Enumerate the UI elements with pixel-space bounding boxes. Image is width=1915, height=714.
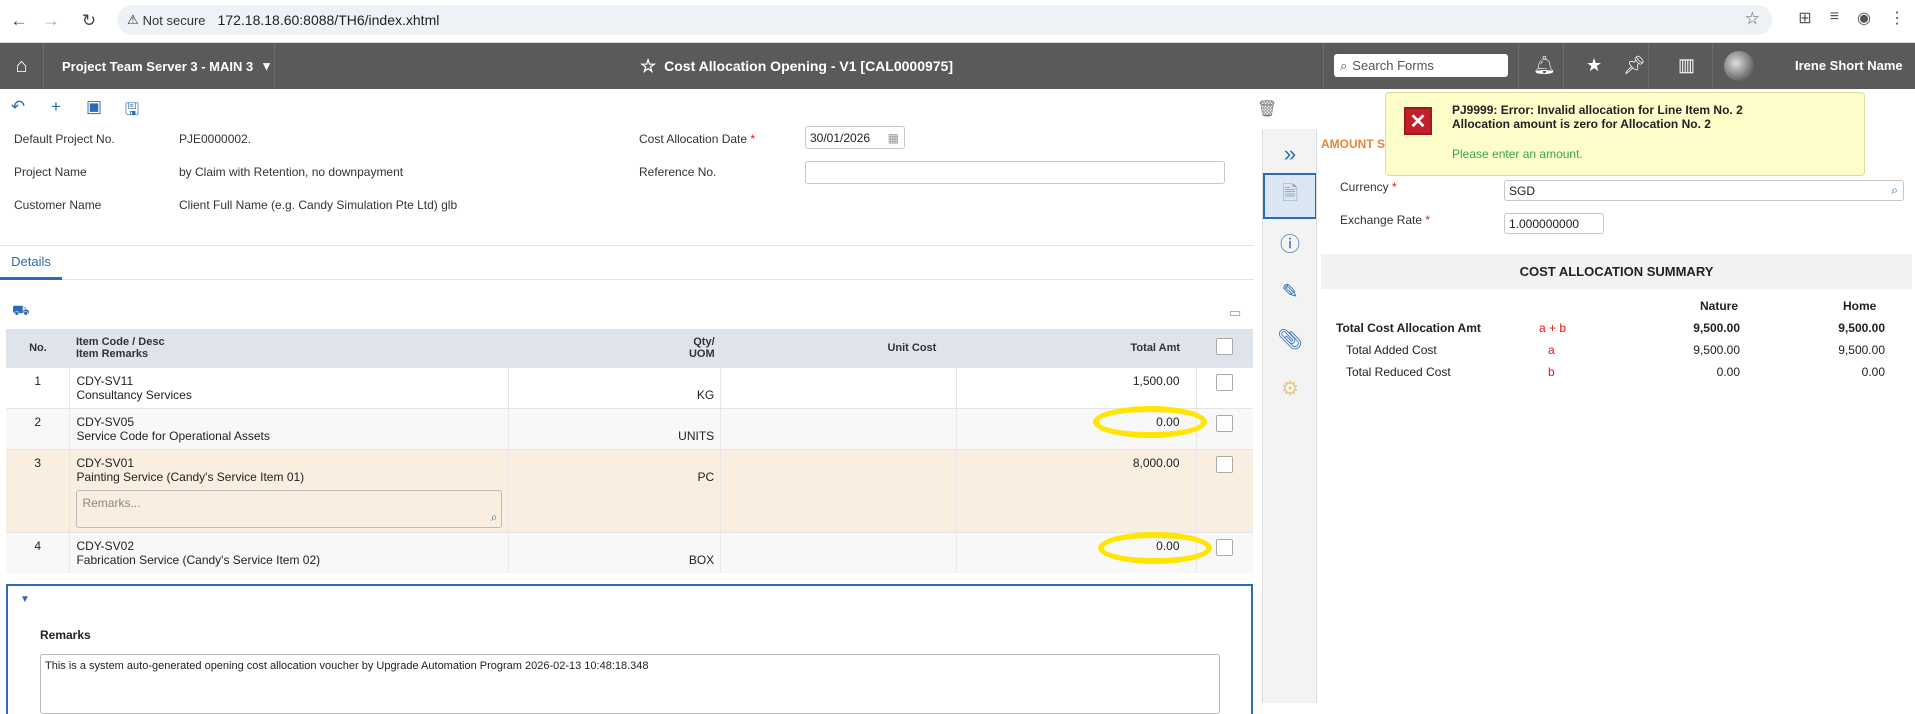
- cost-allocation-date-label: Cost Allocation Date *: [639, 132, 756, 146]
- col-item: Item Code / Desc Item Remarks: [69, 329, 509, 367]
- row-checkbox[interactable]: [1216, 414, 1234, 432]
- favorite-star-icon[interactable]: ☆: [640, 56, 656, 77]
- remarks-textarea[interactable]: This is a system auto-generated opening …: [40, 654, 1220, 714]
- chart-icon[interactable]: ▥: [1678, 55, 1695, 76]
- customer-name-label: Customer Name: [14, 198, 102, 212]
- search-icon[interactable]: ⌕: [491, 510, 498, 525]
- avatar[interactable]: [1724, 51, 1754, 81]
- settings-gears-icon[interactable]: ⚙: [1263, 365, 1317, 411]
- back-icon[interactable]: ←: [4, 6, 34, 36]
- highlight-annotation: [1098, 532, 1212, 564]
- add-icon[interactable]: +: [46, 97, 66, 121]
- trash-icon[interactable]: 🗑︎: [1257, 99, 1277, 119]
- favorites-star-icon[interactable]: ★: [1586, 55, 1602, 76]
- grid-settings-icon[interactable]: ⛟: [12, 302, 30, 321]
- forward-icon[interactable]: →: [36, 6, 66, 36]
- table-row[interactable]: 4 CDY-SV02 Fabrication Service (Candy's S…: [6, 531, 1253, 573]
- browser-chrome: ← → ↻ ⚠ Not secure 172.18.18.60:8088/TH6/…: [0, 0, 1915, 43]
- details-grid: No. Item Code / Desc Item Remarks Qty/UOM…: [6, 329, 1253, 573]
- calendar-icon[interactable]: ▦: [888, 131, 899, 145]
- info-icon[interactable]: ⓘ: [1263, 219, 1317, 265]
- highlight-annotation: [1093, 406, 1207, 438]
- error-toast[interactable]: ✕ PJ9999: Error: Invalid allocation for …: [1385, 92, 1865, 176]
- caret-down-icon: ▾: [263, 58, 270, 73]
- security-indicator[interactable]: ⚠ Not secure: [127, 12, 206, 28]
- translate-icon[interactable]: ⊞: [1798, 8, 1811, 28]
- pin-icon[interactable]: 📌︎: [1623, 55, 1646, 76]
- error-hint: Please enter an amount.: [1452, 147, 1583, 161]
- tab-details[interactable]: Details: [0, 246, 62, 280]
- address-bar[interactable]: ⚠ Not secure 172.18.18.60:8088/TH6/index.…: [117, 5, 1772, 35]
- error-message: PJ9999: Error: Invalid allocation for Li…: [1452, 103, 1743, 131]
- url-text: 172.18.18.60:8088/TH6/index.xhtml: [217, 12, 440, 28]
- item-remarks-input[interactable]: Remarks... ⌕: [76, 489, 503, 528]
- home-icon[interactable]: ⌂: [0, 43, 44, 89]
- amount-panel-head: AMOUNT S: [1321, 137, 1385, 151]
- cost-allocation-date-field[interactable]: 30/01/2026 ▦: [805, 126, 905, 149]
- default-project-value: PJE0000002.: [179, 132, 252, 146]
- row-checkbox[interactable]: [1216, 373, 1234, 391]
- edit-icon[interactable]: ✎: [1263, 268, 1317, 314]
- default-project-label: Default Project No.: [14, 132, 115, 146]
- customer-name-value: Client Full Name (e.g. Candy Simulation …: [179, 198, 458, 212]
- save-icon[interactable]: 🖫︎: [122, 97, 142, 121]
- menu-icon[interactable]: ⋮: [1889, 8, 1905, 28]
- row-checkbox[interactable]: [1216, 455, 1234, 473]
- collapse-caret-icon[interactable]: ▼: [20, 594, 30, 605]
- user-name[interactable]: Irene Short Name: [1795, 58, 1903, 73]
- tab-bar: Details: [0, 245, 1254, 280]
- attachment-icon[interactable]: 📎︎: [1263, 316, 1317, 362]
- project-name-value: by Claim with Retention, no downpayment: [179, 165, 404, 179]
- reference-no-field[interactable]: [805, 161, 1225, 184]
- search-icon[interactable]: ⌕: [1891, 183, 1898, 198]
- remarks-title: Remarks: [40, 628, 91, 642]
- amount-icon[interactable]: 🗎︎: [1263, 173, 1317, 219]
- col-no: No.: [6, 329, 70, 367]
- bookmark-star-icon[interactable]: ☆: [1745, 9, 1760, 29]
- error-icon[interactable]: ✕: [1404, 107, 1432, 135]
- notification-bell-icon[interactable]: 🔔︎: [1533, 55, 1556, 76]
- side-nav: » 🗎︎ ⓘ ✎ 📎︎ ⚙: [1262, 129, 1317, 703]
- remarks-panel: ▼ Remarks This is a system auto-generate…: [6, 584, 1253, 714]
- column-chooser-icon[interactable]: ▭: [1229, 305, 1241, 321]
- form-title: ☆ Cost Allocation Opening - V1 [CAL00009…: [640, 55, 954, 77]
- project-name-label: Project Name: [14, 165, 87, 179]
- col-unit-cost: Unit Cost: [720, 329, 957, 367]
- col-total-amt: Total Amt: [956, 329, 1197, 367]
- app-bar: ⌂ Project Team Server 3 - MAIN 3 ▾ ☆ Cos…: [0, 43, 1915, 89]
- table-row[interactable]: 1 CDY-SV11 Consultancy Services KG 1,500.…: [6, 366, 1253, 408]
- select-all-checkbox[interactable]: [1216, 337, 1234, 355]
- cost-allocation-summary: COST ALLOCATION SUMMARY Nature Home Tota…: [1321, 254, 1912, 519]
- reload-icon[interactable]: ↻: [74, 6, 104, 36]
- header-fields: Default Project No. PJE0000002. Cost All…: [14, 126, 1254, 231]
- expand-chevrons-icon[interactable]: »: [1263, 131, 1317, 177]
- col-qty-uom: Qty/UOM: [508, 329, 721, 367]
- reference-no-label: Reference No.: [639, 165, 717, 179]
- currency-label: Currency *: [1340, 180, 1397, 194]
- profile-icon[interactable]: ◉: [1857, 8, 1871, 28]
- row-checkbox[interactable]: [1216, 538, 1234, 556]
- exchange-rate-field[interactable]: 1.000000000: [1504, 213, 1604, 234]
- table-row[interactable]: 2 CDY-SV05 Service Code for Operational A…: [6, 407, 1253, 449]
- amount-panel: AMOUNT S Currency * SGD ⌕ Exchange Rate …: [1316, 129, 1915, 703]
- currency-field[interactable]: SGD ⌕: [1504, 180, 1904, 201]
- media-icon[interactable]: ≡: [1830, 8, 1839, 28]
- server-selector[interactable]: Project Team Server 3 - MAIN 3 ▾: [44, 43, 275, 89]
- search-forms-input[interactable]: ⌕ Search Forms: [1334, 54, 1508, 77]
- summary-title: COST ALLOCATION SUMMARY: [1321, 254, 1912, 289]
- exchange-rate-label: Exchange Rate *: [1340, 213, 1431, 227]
- form-toolbar: ↶ + ▣ 🖫︎: [0, 97, 142, 121]
- undo-icon[interactable]: ↶: [8, 97, 28, 121]
- search-icon: ⌕: [1340, 57, 1348, 73]
- table-row[interactable]: 3 CDY-SV01 Painting Service (Candy's Serv…: [6, 448, 1253, 532]
- copy-icon[interactable]: ▣: [84, 97, 104, 121]
- warning-icon: ⚠: [127, 12, 139, 27]
